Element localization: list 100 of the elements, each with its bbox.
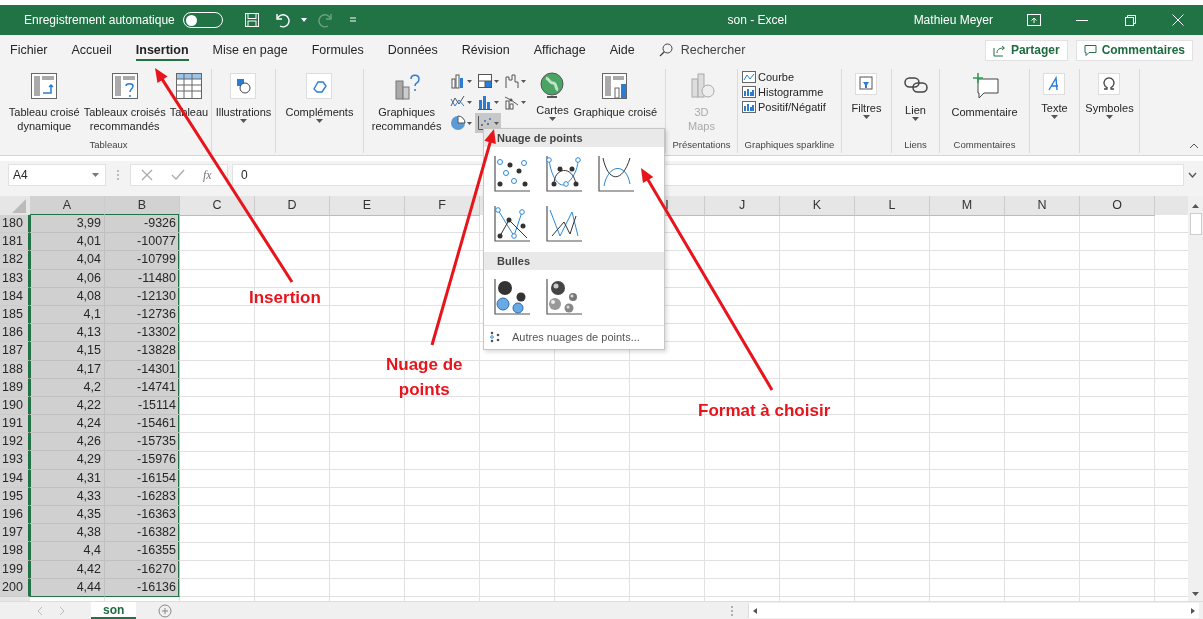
column-header[interactable]: F xyxy=(405,196,480,216)
menu-tab[interactable]: Insertion xyxy=(135,39,189,61)
column-header[interactable]: L xyxy=(855,196,930,216)
menu-tab[interactable]: Accueil xyxy=(71,39,112,61)
menu-tab[interactable]: Aide xyxy=(609,39,635,61)
menu-tab[interactable]: Formules xyxy=(311,39,364,61)
illustrations-button[interactable]: Illustrations xyxy=(214,69,273,139)
more-scatter-charts-item[interactable]: Autres nuages de points... xyxy=(484,325,664,345)
caret-icon[interactable] xyxy=(300,18,307,22)
sparkline-icon xyxy=(742,101,756,113)
column-header[interactable]: M xyxy=(930,196,1005,216)
annotation: Nuage de points xyxy=(386,354,463,401)
caret-icon xyxy=(863,115,870,119)
group-label: Commentaires xyxy=(952,139,1017,152)
column-header[interactable]: O xyxy=(1080,196,1155,216)
add-ins-button[interactable]: Compléments xyxy=(284,69,355,139)
column-header[interactable]: C xyxy=(180,196,255,216)
caret-icon xyxy=(1051,115,1058,119)
row-number[interactable]: 193 xyxy=(0,451,30,470)
row-number[interactable]: 186 xyxy=(0,324,30,343)
column-header[interactable]: B xyxy=(105,196,180,216)
table-cell: 4,24 xyxy=(30,415,105,434)
menu-tab[interactable]: Mise en page xyxy=(212,39,288,61)
row-number[interactable]: 192 xyxy=(0,433,30,452)
bubble-3d-chart-icon xyxy=(544,277,584,317)
horizontal-scrollbar[interactable] xyxy=(748,603,1199,618)
treemap-icon xyxy=(477,73,494,89)
name-box[interactable]: A4 xyxy=(8,164,106,186)
group-label: Graphiques sparkline xyxy=(743,139,836,152)
add-in-icon xyxy=(304,71,335,101)
slicer-icon xyxy=(853,71,880,97)
sparkline-icon xyxy=(742,71,756,83)
row-number[interactable]: 196 xyxy=(0,506,30,525)
check-icon[interactable] xyxy=(171,169,185,181)
group-label: Liens xyxy=(903,139,928,152)
menu-tab[interactable]: Révision xyxy=(461,39,510,61)
shapes-icon xyxy=(228,71,259,101)
pie-chart-button[interactable] xyxy=(448,113,475,133)
caret-icon xyxy=(548,117,556,121)
close-icon[interactable] xyxy=(1171,14,1185,26)
table-cell: -10799 xyxy=(105,251,180,270)
row-number[interactable]: 198 xyxy=(0,542,30,561)
table-cell: -10077 xyxy=(105,233,180,252)
insert-function-button[interactable]: fx xyxy=(203,167,212,183)
comments-button[interactable]: Commentaires xyxy=(1075,39,1193,61)
sparkline-button[interactable]: Positif/Négatif xyxy=(742,101,841,113)
scrollbar-thumb[interactable] xyxy=(1189,213,1202,235)
restore-icon[interactable] xyxy=(1123,14,1137,26)
comment-button[interactable]: Commentaire xyxy=(950,69,1019,139)
sparkline-button[interactable]: Courbe xyxy=(742,71,841,83)
column-header[interactable]: A xyxy=(30,196,105,216)
caret-icon xyxy=(92,173,99,177)
share-button[interactable]: Partager xyxy=(984,39,1068,61)
text-button[interactable]: Texte xyxy=(1040,69,1069,139)
column-header[interactable]: D xyxy=(255,196,330,216)
column-header[interactable]: N xyxy=(1005,196,1080,216)
undo-icon[interactable] xyxy=(273,12,290,28)
hierarchy-chart-button[interactable] xyxy=(475,71,502,91)
group-label: Tableaux xyxy=(88,139,129,152)
row-number[interactable]: 197 xyxy=(0,524,30,543)
row-number[interactable]: 181 xyxy=(0,233,30,252)
sparkline-button[interactable]: Histogramme xyxy=(742,86,841,98)
row-number[interactable]: 180 xyxy=(0,215,30,234)
caret-icon xyxy=(494,121,500,125)
ribbon-button[interactable]: Tableau croisé dynamique xyxy=(7,69,81,139)
row-number[interactable]: 182 xyxy=(0,251,30,270)
column-header[interactable]: E xyxy=(330,196,405,216)
waterfall-chart-button[interactable] xyxy=(502,71,529,91)
recommended-charts-button[interactable]: Graphiques recommandés xyxy=(370,69,443,139)
customize-icon[interactable] xyxy=(347,15,358,25)
symbols-button[interactable]: Symboles xyxy=(1084,69,1135,139)
menu-tab[interactable]: Fichier xyxy=(10,39,48,61)
table-cell: -16382 xyxy=(105,524,180,543)
table-cell: 3,99 xyxy=(30,215,105,234)
link-button[interactable]: Lien xyxy=(900,69,931,139)
caret-icon xyxy=(467,121,473,125)
autosave-label: Enregistrement automatique xyxy=(24,13,175,27)
caret-icon xyxy=(240,119,247,123)
scatter-chart-icon xyxy=(477,115,494,131)
grip-icon xyxy=(116,168,120,182)
table-cell: 4,04 xyxy=(30,251,105,270)
column-chart-button[interactable] xyxy=(448,71,475,91)
sheet-tab[interactable]: son xyxy=(91,602,137,619)
table-cell: 4,29 xyxy=(30,451,105,470)
comment-icon xyxy=(1083,43,1097,57)
column-header[interactable]: K xyxy=(780,196,855,216)
table-cell: -16363 xyxy=(105,506,180,525)
row-number[interactable]: 191 xyxy=(0,415,30,434)
ribbon-display-icon[interactable] xyxy=(1027,14,1041,26)
row-number[interactable]: 187 xyxy=(0,342,30,361)
save-icon[interactable] xyxy=(243,12,260,28)
search-field[interactable]: Rechercher xyxy=(678,42,773,58)
window-title: son - Excel xyxy=(726,13,788,27)
expand-icon[interactable] xyxy=(1188,172,1197,178)
filters-button[interactable]: Filtres xyxy=(850,69,883,139)
menu-tab[interactable]: Affichage xyxy=(533,39,586,61)
collapse-ribbon-icon[interactable] xyxy=(1189,143,1199,149)
caret-icon xyxy=(912,117,919,121)
column-header[interactable]: J xyxy=(705,196,780,216)
menu-tab[interactable]: Données xyxy=(387,39,438,61)
